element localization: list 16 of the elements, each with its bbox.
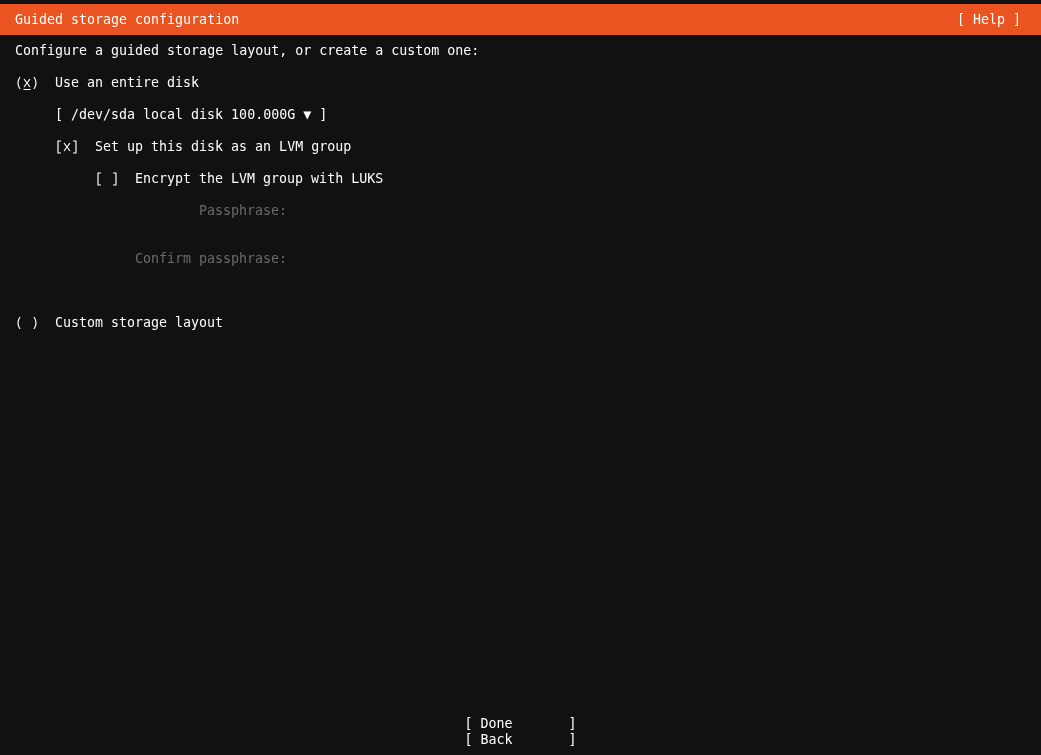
intro-text: Configure a guided storage layout, or create a custom one: bbox=[15, 43, 480, 59]
checkbox-label: Encrypt the LVM group with LUKS bbox=[135, 171, 384, 187]
checkbox-label: Set up this disk as an LVM group bbox=[95, 139, 352, 155]
field-label: Passphrase: bbox=[197, 203, 287, 219]
option-label: Use an entire disk bbox=[55, 75, 200, 91]
radio-button[interactable] bbox=[15, 315, 39, 331]
footer-button[interactable]: [ Back ] bbox=[464, 732, 577, 748]
radio-button[interactable] bbox=[15, 75, 39, 91]
option-label: Custom storage layout bbox=[55, 315, 224, 331]
screen-title: Guided storage configuration bbox=[15, 11, 240, 28]
footer-button[interactable]: [ Done ] bbox=[464, 716, 577, 732]
field-label: Confirm passphrase: bbox=[133, 251, 287, 267]
checkbox[interactable] bbox=[55, 139, 79, 155]
disk-dropdown[interactable]: [ /dev/sda local disk 100.000G ▼ ] bbox=[55, 107, 328, 123]
help-button[interactable]: [ Help ] bbox=[956, 11, 1021, 28]
checkbox[interactable] bbox=[95, 171, 119, 187]
